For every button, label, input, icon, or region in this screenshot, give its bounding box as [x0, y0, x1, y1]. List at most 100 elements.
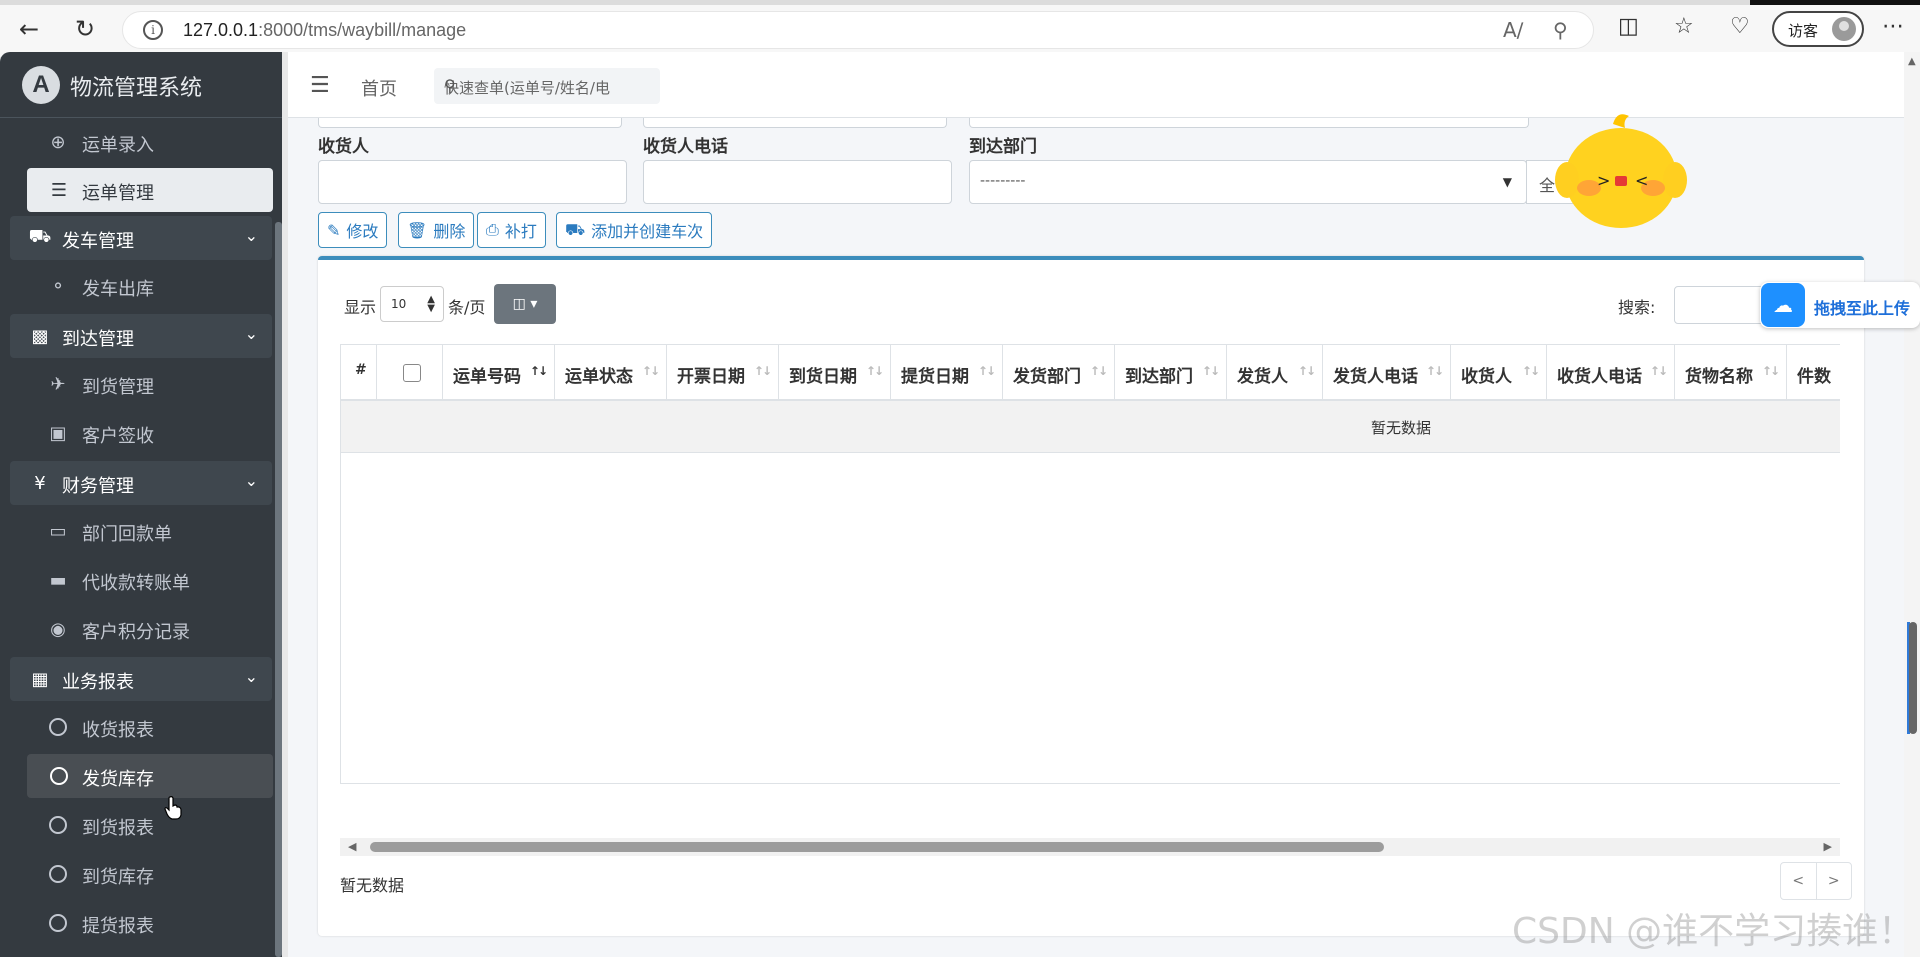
select-all-checkbox[interactable] — [403, 364, 421, 382]
col-shipper[interactable]: 发货人 ↑↓ — [1227, 345, 1323, 401]
stepper-icon: ▲ ▼ — [427, 294, 435, 314]
truck-icon: ⛟ — [565, 219, 586, 239]
col-waybill-status[interactable]: 运单状态 ↑↓ — [555, 345, 667, 401]
edit-button[interactable]: ✎ 修改 — [318, 212, 388, 248]
col-quantity[interactable]: 件数 — [1787, 345, 1840, 401]
pager-next-button[interactable]: > — [1817, 863, 1852, 899]
chevron-down-icon: ⌄ — [244, 226, 258, 245]
sidebar-item-customer-points[interactable]: ◉ 客户积分记录 — [10, 607, 272, 651]
circle-icon — [46, 715, 70, 739]
clipped-field[interactable] — [969, 118, 1529, 128]
edit-icon: ✎ — [327, 220, 341, 240]
coin-hand-icon: ◉ — [50, 618, 66, 640]
col-consignee[interactable]: 收货人 ↑↓ — [1451, 345, 1547, 401]
site-info-icon[interactable]: i — [143, 20, 163, 40]
money-bill-icon: ▭ — [49, 520, 67, 542]
favorites-icon[interactable]: ☆ — [1674, 14, 1694, 39]
sidebar-scrollbar[interactable] — [275, 222, 282, 957]
sidebar-item-arrival-manage[interactable]: ✈ 到货管理 — [10, 362, 272, 406]
sidebar-group-arrival[interactable]: ▩ 到达管理 ⌄ — [10, 314, 272, 358]
col-invoice-date[interactable]: 开票日期 ↑↓ — [667, 345, 779, 401]
reprint-button[interactable]: ⎙ 补打 — [477, 212, 546, 248]
scroll-left-icon[interactable]: ◀ — [348, 840, 356, 853]
quick-search-input[interactable]: 快速查单(运单号/姓名/电 ⚲ — [434, 68, 660, 104]
credit-card-icon: ▬ — [49, 569, 67, 591]
circle-icon — [47, 764, 71, 788]
arrival-dept-label: 到达部门 — [969, 137, 1037, 157]
columns-icon: ◫ ▾ — [512, 296, 538, 312]
per-page-label: 条/页 — [448, 298, 486, 317]
page-scrollbar-thumb[interactable] — [1909, 622, 1917, 734]
table-row: 暂无数据 — [341, 401, 1840, 453]
browser-essentials-icon[interactable]: ♡ — [1730, 14, 1750, 39]
add-create-trip-button[interactable]: ⛟ 添加并创建车次 — [556, 212, 713, 248]
col-waybill-no[interactable]: 运单号码 ↑↓ — [443, 345, 555, 401]
printer-icon: ⎙ — [486, 220, 499, 239]
col-arrival-date[interactable]: 到货日期 ↑↓ — [779, 345, 891, 401]
col-shipper-phone[interactable]: 发货人电话 ↑↓ — [1323, 345, 1451, 401]
read-aloud-icon[interactable]: A∕ — [1503, 18, 1523, 42]
consignee-phone-label: 收货人电话 — [643, 137, 728, 157]
consignee-phone-input[interactable] — [643, 160, 952, 204]
brand-title: 物流管理系统 — [70, 76, 203, 101]
address-bar[interactable]: i 127.0.0.1:8000/tms/waybill/manage A∕ ⚲ — [122, 11, 1594, 49]
sidebar-item-dispatch-out[interactable]: ⚬ 发车出库 — [10, 264, 272, 308]
search-icon[interactable]: ⚲ — [444, 76, 622, 95]
waybill-table: # 运单号码 ↑↓ 运单状态 ↑↓ 开票日期 ↑↓ 到货日期 ↑↓ 提货日期 ↑↓ 发货部… — [340, 344, 1840, 784]
scroll-right-icon[interactable]: ▶ — [1824, 840, 1832, 853]
sidebar-item-waybill-entry[interactable]: ⊕ 运单录入 — [10, 120, 272, 164]
yen-icon: ¥ — [34, 472, 46, 494]
brand[interactable]: A 物流管理系统 — [0, 52, 282, 118]
sidebar-group-dispatch[interactable]: ⛟ 发车管理 ⌄ — [10, 216, 272, 260]
reload-icon[interactable]: ↻ — [70, 14, 100, 44]
col-arrival-dept[interactable]: 到达部门 ↑↓ — [1115, 345, 1227, 401]
page-scrollbar[interactable]: ▲ — [1904, 52, 1920, 957]
col-consignee-phone[interactable]: 收货人电话 ↑↓ — [1547, 345, 1675, 401]
clipped-field[interactable] — [643, 118, 947, 128]
waybill-table-card: 显示 10 ▲ ▼ 条/页 ◫ ▾ 搜索: # 运单号码 ↑↓ 运单状态 ↑↓ 开票日… — [318, 256, 1864, 936]
circle-icon — [46, 911, 70, 935]
scroll-up-icon[interactable]: ▲ — [1908, 56, 1916, 67]
home-link[interactable]: 首页 — [361, 75, 397, 101]
sort-asc-icon: ↑↓ — [529, 364, 548, 378]
clipped-field[interactable] — [318, 118, 622, 128]
sidebar-item-pickup-report[interactable]: 提货报表 — [10, 901, 272, 945]
sort-icon: ↑↓ — [753, 364, 772, 378]
split-screen-icon[interactable]: ◫ — [1618, 14, 1639, 39]
columns-toggle-button[interactable]: ◫ ▾ — [494, 284, 556, 324]
page-size-select[interactable]: 10 ▲ ▼ — [380, 286, 444, 322]
trash-icon: 🗑 — [407, 220, 428, 240]
chevron-down-icon: ⌄ — [244, 471, 258, 490]
sidebar-item-receipt-report[interactable]: 收货报表 — [10, 705, 272, 749]
show-label: 显示 — [344, 298, 377, 317]
chick-mascot-icon: > < — [1555, 114, 1687, 228]
sidebar-item-arrival-stock[interactable]: 到货库存 — [10, 852, 272, 896]
col-goods-name[interactable]: 货物名称 ↑↓ — [1675, 345, 1787, 401]
sidebar-group-finance[interactable]: ¥ 财务管理 ⌄ — [10, 461, 272, 505]
pager-prev-button[interactable]: < — [1781, 863, 1817, 899]
sidebar-item-waybill-manage[interactable]: ☰ 运单管理 — [27, 168, 273, 212]
consignee-input[interactable] — [318, 160, 627, 204]
sidebar-item-collection-transfer[interactable]: ▬ 代收款转账单 — [10, 558, 272, 602]
zoom-icon[interactable]: ⚲ — [1553, 18, 1568, 42]
sidebar-item-dept-payment[interactable]: ▭ 部门回款单 — [10, 509, 272, 553]
list-icon: ☰ — [50, 179, 68, 201]
upload-label: 拖拽至此上传 — [1814, 299, 1911, 318]
circle-icon — [46, 813, 70, 837]
url-text: 127.0.0.1:8000/tms/waybill/manage — [183, 20, 467, 40]
sidebar-item-shipping-stock[interactable]: 发货库存 — [27, 754, 273, 798]
scrollbar-thumb[interactable] — [370, 842, 1384, 852]
col-pickup-date[interactable]: 提货日期 ↑↓ — [891, 345, 1003, 401]
sidebar-group-reports[interactable]: ▦ 业务报表 ⌄ — [10, 657, 272, 701]
col-shipping-dept[interactable]: 发货部门 ↑↓ — [1003, 345, 1115, 401]
horizontal-scrollbar[interactable]: ◀ ▶ — [340, 838, 1840, 856]
drag-upload-widget[interactable]: ☁ 拖拽至此上传 — [1760, 282, 1920, 328]
profile-button[interactable]: 访客 — [1772, 11, 1864, 47]
sidebar-item-arrival-report[interactable]: 到货报表 — [10, 803, 272, 847]
sidebar-item-customer-sign[interactable]: ▣ 客户签收 — [10, 411, 272, 455]
back-icon[interactable]: ← — [14, 14, 44, 44]
menu-toggle-icon[interactable]: ☰ — [310, 73, 330, 98]
delete-button[interactable]: 🗑 删除 — [398, 212, 475, 248]
more-menu-icon[interactable]: ⋯ — [1882, 14, 1904, 39]
arrival-dept-select[interactable]: --------- ▼ — [969, 160, 1527, 204]
